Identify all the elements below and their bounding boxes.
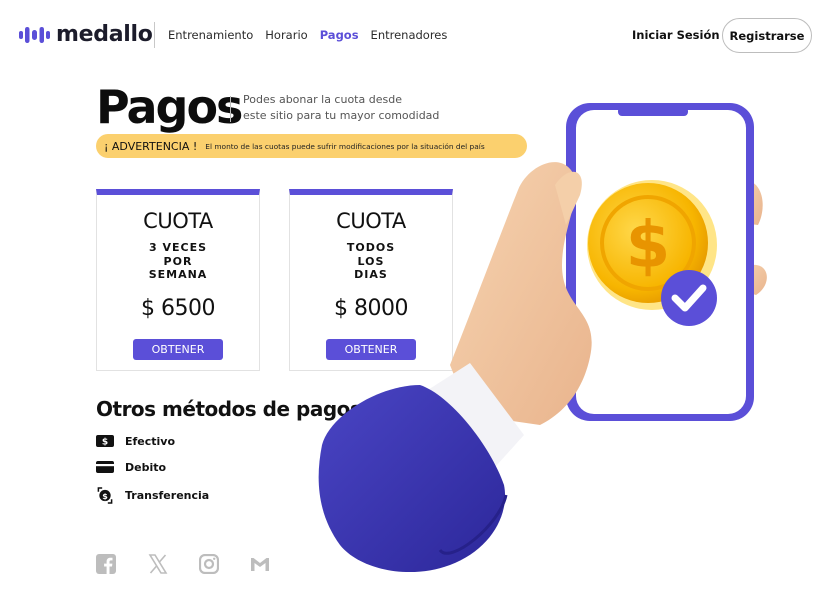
nav-pagos[interactable]: Pagos	[320, 28, 359, 42]
nav-entrenamiento[interactable]: Entrenamiento	[168, 28, 253, 42]
logo-text: medallo	[56, 22, 153, 47]
page-title: Pagos	[96, 80, 243, 134]
gmail-icon[interactable]	[250, 554, 270, 574]
main-nav: Entrenamiento Horario Pagos Entrenadores	[168, 28, 447, 42]
plan-price: $ 6500	[141, 295, 215, 321]
method-efectivo[interactable]: $ Efectivo	[96, 434, 175, 448]
method-label: Efectivo	[125, 434, 176, 448]
method-transferencia[interactable]: $ Transferencia	[96, 487, 209, 504]
nav-entrenadores[interactable]: Entrenadores	[371, 28, 448, 42]
obtener-button[interactable]: OBTENER	[133, 339, 223, 360]
plan-card-3-veces: CUOTA 3 VECES POR SEMANA $ 6500 OBTENER	[96, 189, 260, 371]
dollar-icon: $	[626, 209, 671, 283]
svg-text:$: $	[102, 492, 108, 501]
plan-frequency-line: POR	[163, 254, 193, 268]
check-badge-icon	[661, 270, 717, 326]
plan-frequency-line: 3 VECES	[148, 241, 208, 254]
method-label: Debito	[125, 460, 167, 474]
transfer-icon: $	[97, 487, 113, 504]
plan-frequency: 3 VECES POR SEMANA	[123, 241, 233, 282]
title-divider	[230, 96, 231, 122]
x-icon[interactable]	[148, 554, 168, 574]
plan-title: CUOTA	[143, 209, 213, 233]
method-debito[interactable]: Debito	[96, 460, 166, 474]
logo-icon	[19, 26, 50, 43]
instagram-icon[interactable]	[198, 553, 220, 575]
login-link[interactable]: Iniciar Sesión	[632, 28, 720, 42]
svg-text:$: $	[102, 438, 108, 448]
hand-phone-illustration: $	[318, 103, 767, 573]
plan-frequency-line: SEMANA	[148, 268, 208, 281]
method-label: Transferencia	[125, 489, 210, 502]
nav-divider	[154, 22, 155, 48]
facebook-icon[interactable]	[96, 554, 116, 574]
logo[interactable]: medallo	[19, 22, 153, 47]
register-button[interactable]: Registrarse	[722, 18, 812, 53]
nav-horario[interactable]: Horario	[265, 28, 307, 42]
phone-notch	[618, 107, 688, 116]
warning-title: ¡ ADVERTENCIA !	[104, 139, 198, 153]
credit-card-icon	[96, 461, 114, 473]
cash-icon: $	[96, 435, 114, 448]
